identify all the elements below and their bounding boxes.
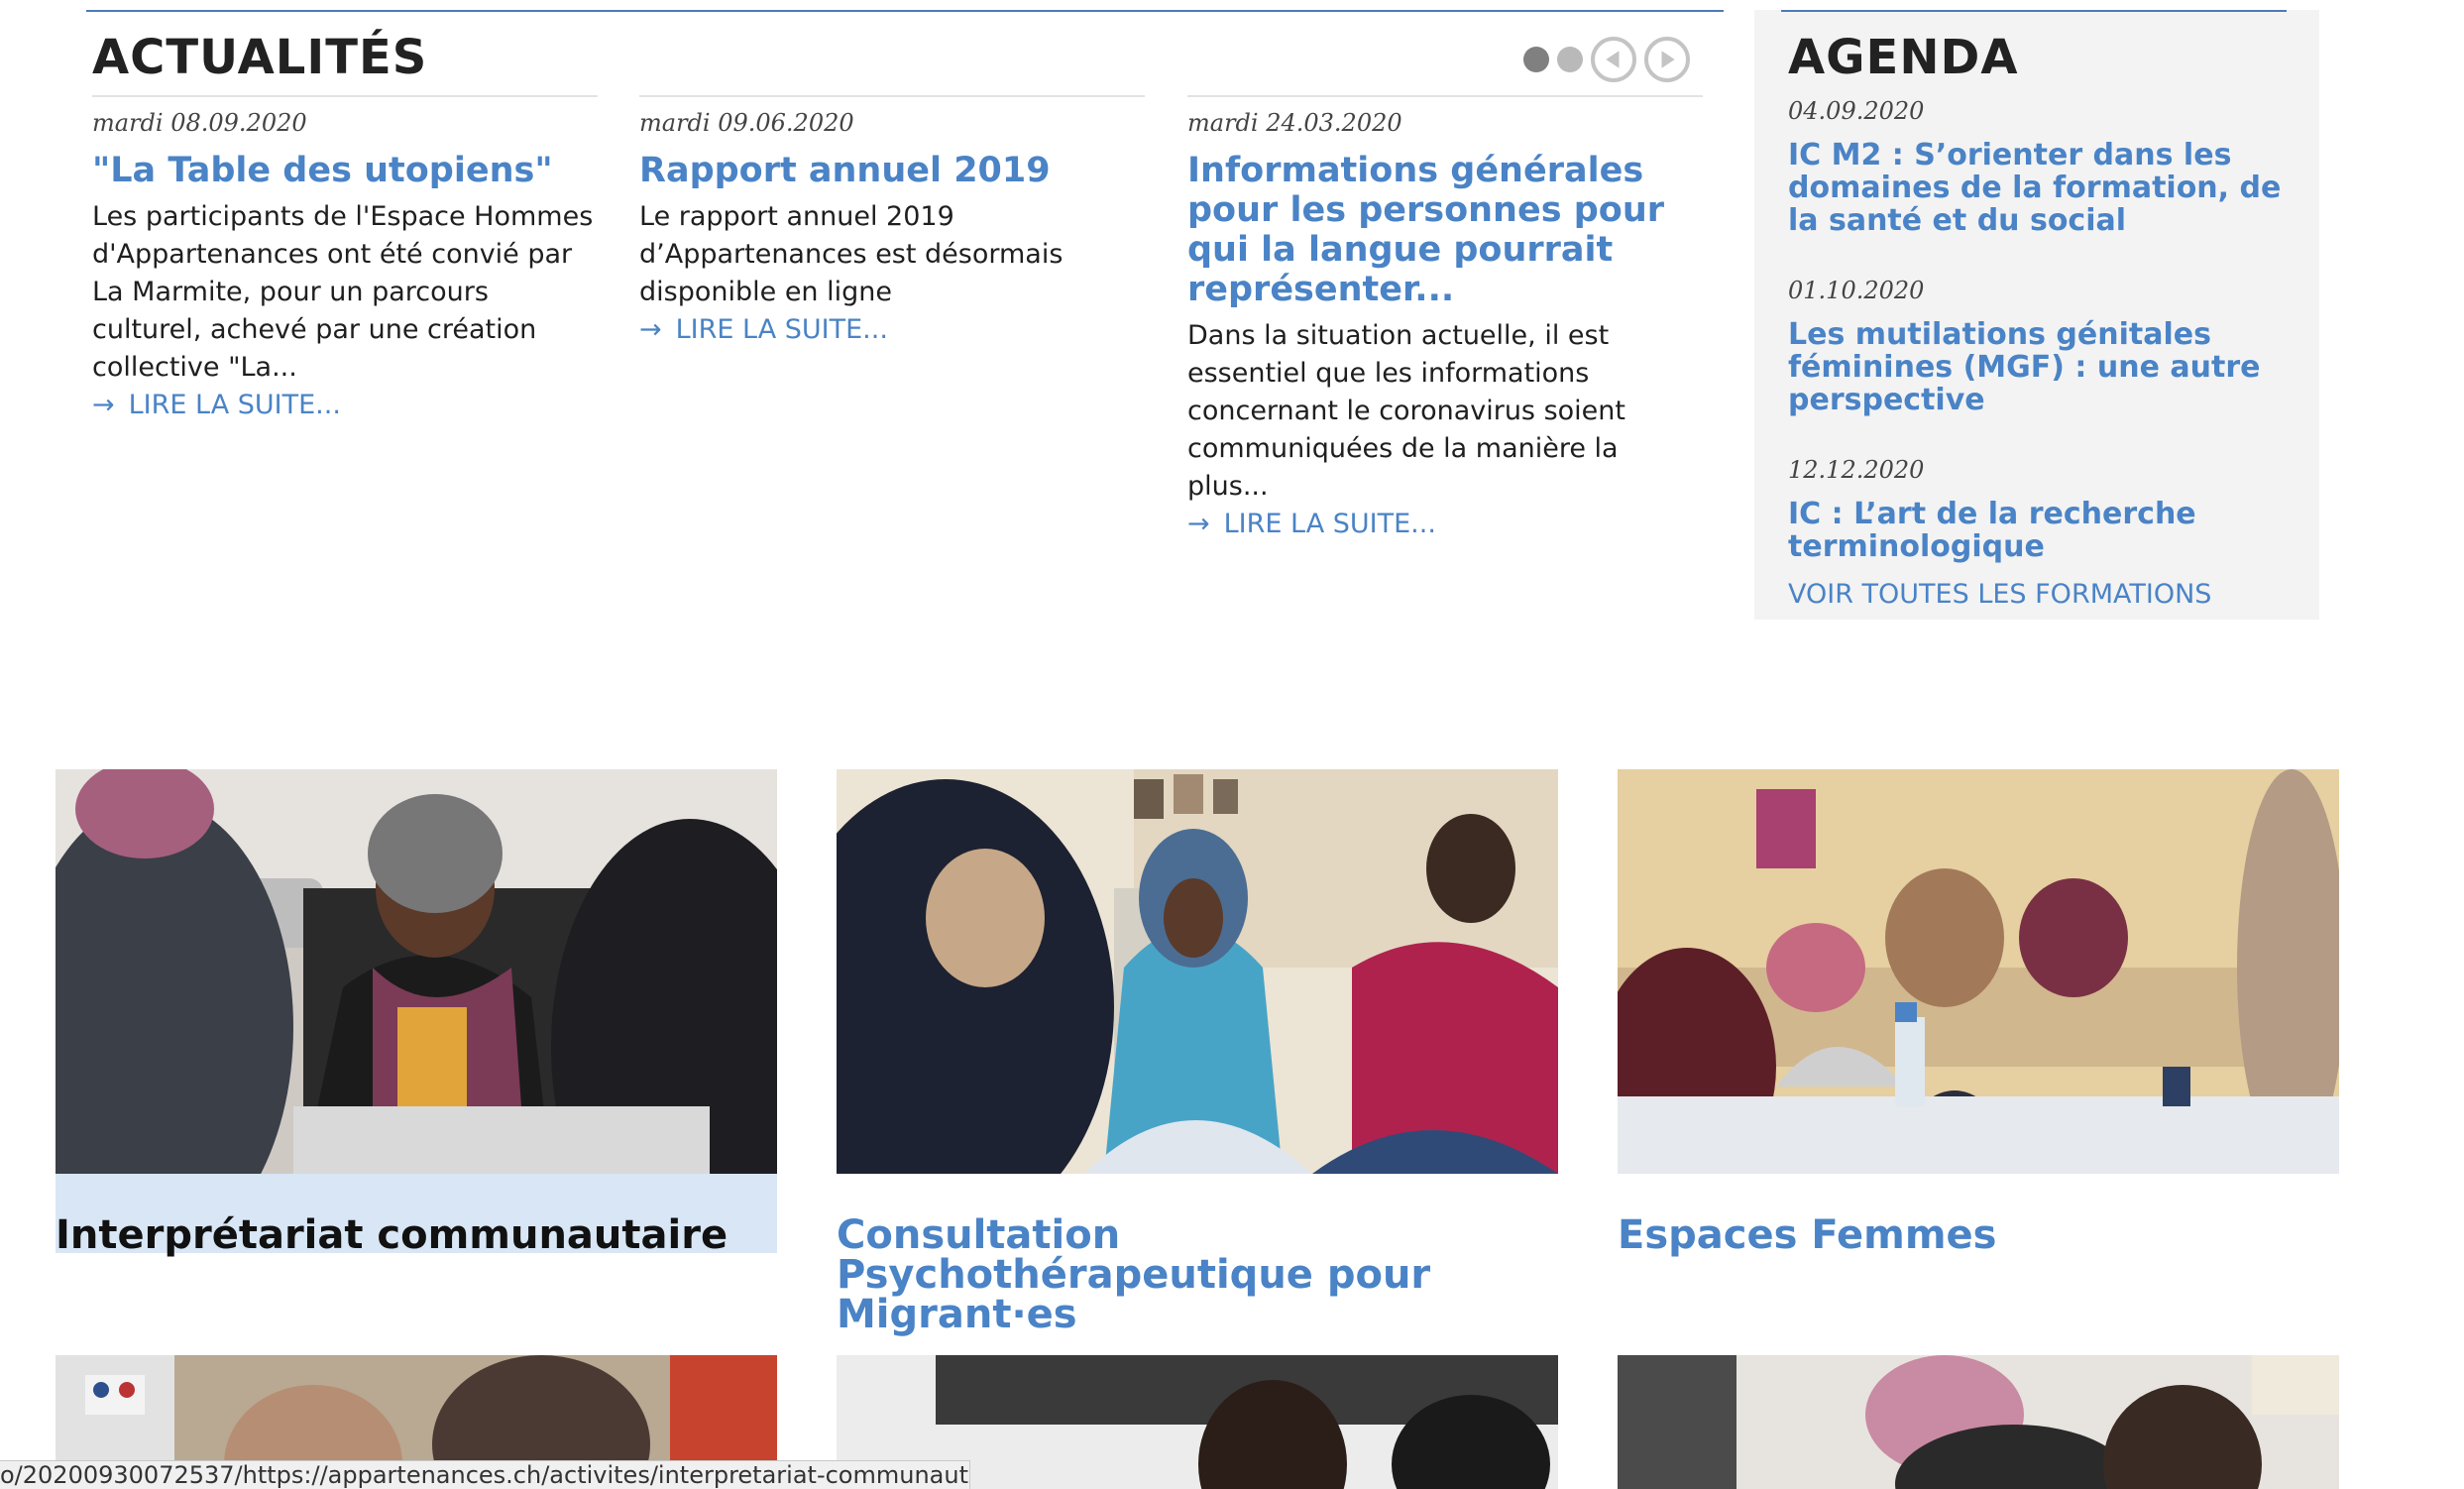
read-more-link[interactable]: → LIRE LA SUITE... — [1187, 506, 1703, 543]
arrow-left-icon — [1606, 51, 1620, 68]
arrow-right-icon — [1661, 51, 1675, 68]
news-carousel-controls — [1523, 37, 1690, 82]
agenda-date: 12.12.2020 — [1788, 456, 1925, 484]
arrow-right-icon: → — [639, 314, 662, 345]
carousel-dot-1[interactable] — [1523, 47, 1549, 72]
agenda-panel: AGENDA 04.09.2020 IC M2 : S’orienter dan… — [1754, 10, 2319, 620]
read-more-link[interactable]: → LIRE LA SUITE... — [639, 311, 1145, 349]
carousel-next-button[interactable] — [1644, 37, 1690, 82]
agenda-date: 04.09.2020 — [1788, 97, 1925, 125]
activity-caption: Consultation Psychothérapeutique pour Mi… — [837, 1212, 1431, 1337]
read-more-label: LIRE LA SUITE... — [675, 314, 888, 345]
activity-photo — [1618, 1355, 2339, 1489]
agenda-event-link[interactable]: IC M2 : S’orienter dans les domaines de … — [1788, 139, 2294, 237]
carousel-prev-button[interactable] — [1591, 37, 1636, 82]
activity-photo — [837, 769, 1558, 1174]
arrow-right-icon: → — [92, 390, 115, 420]
news-article-2: mardi 09.06.2020 Rapport annuel 2019 Le … — [639, 95, 1145, 349]
agenda-item: 04.09.2020 IC M2 : S’orienter dans les d… — [1788, 97, 2294, 237]
all-trainings-link[interactable]: VOIR TOUTES LES FORMATIONS — [1788, 579, 2211, 610]
activity-photo — [1618, 769, 2339, 1174]
agenda-date: 01.10.2020 — [1788, 277, 1925, 304]
activity-card-consultation[interactable]: Consultation Psychothérapeutique pour Mi… — [837, 769, 1558, 1334]
activity-card-row2-3[interactable] — [1618, 1355, 2339, 1489]
news-title: ACTUALITÉS — [92, 30, 428, 85]
article-date: mardi 24.03.2020 — [1187, 109, 1402, 137]
activity-card-espaces-femmes[interactable]: Espaces Femmes — [1618, 769, 2339, 1255]
activity-photo — [56, 769, 777, 1174]
agenda-title: AGENDA — [1788, 30, 2019, 85]
article-excerpt: Le rapport annuel 2019 d’Appartenances e… — [639, 201, 1064, 307]
news-article-1: mardi 08.09.2020 "La Table des utopiens"… — [92, 95, 598, 424]
read-more-label: LIRE LA SUITE... — [128, 390, 341, 420]
browser-status-bar: o/20200930072537/https://appartenances.c… — [0, 1460, 970, 1489]
article-rule — [1187, 95, 1703, 97]
read-more-link[interactable]: → LIRE LA SUITE... — [92, 387, 598, 424]
arrow-right-icon: → — [1187, 509, 1210, 539]
news-article-3: mardi 24.03.2020 Informations générales … — [1187, 95, 1703, 543]
agenda-event-link[interactable]: IC : L’art de la recherche terminologiqu… — [1788, 498, 2294, 563]
article-date: mardi 09.06.2020 — [639, 109, 854, 137]
article-rule — [639, 95, 1145, 97]
activity-caption: Espaces Femmes — [1618, 1212, 1997, 1258]
activity-card-interpretariat[interactable]: Interprétariat communautaire — [56, 769, 777, 1255]
activity-caption: Interprétariat communautaire — [56, 1212, 728, 1258]
agenda-item: 01.10.2020 Les mutilations génitales fém… — [1788, 277, 2294, 416]
carousel-dot-2[interactable] — [1557, 47, 1583, 72]
article-date: mardi 08.09.2020 — [92, 109, 307, 137]
article-headline-link[interactable]: Rapport annuel 2019 — [639, 151, 1145, 190]
article-headline-link[interactable]: "La Table des utopiens" — [92, 151, 598, 190]
agenda-event-link[interactable]: Les mutilations génitales féminines (MGF… — [1788, 318, 2294, 416]
agenda-list: 04.09.2020 IC M2 : S’orienter dans les d… — [1788, 97, 2294, 603]
agenda-item: 12.12.2020 IC : L’art de la recherche te… — [1788, 456, 2294, 563]
article-excerpt: Les participants de l'Espace Hommes d'Ap… — [92, 201, 594, 383]
article-excerpt: Dans la situation actuelle, il est essen… — [1187, 320, 1625, 502]
agenda-top-rule — [1781, 10, 2287, 12]
article-rule — [92, 95, 598, 97]
read-more-label: LIRE LA SUITE... — [1223, 509, 1436, 539]
article-headline-link[interactable]: Informations générales pour les personne… — [1187, 151, 1703, 309]
news-top-rule — [86, 10, 1724, 12]
